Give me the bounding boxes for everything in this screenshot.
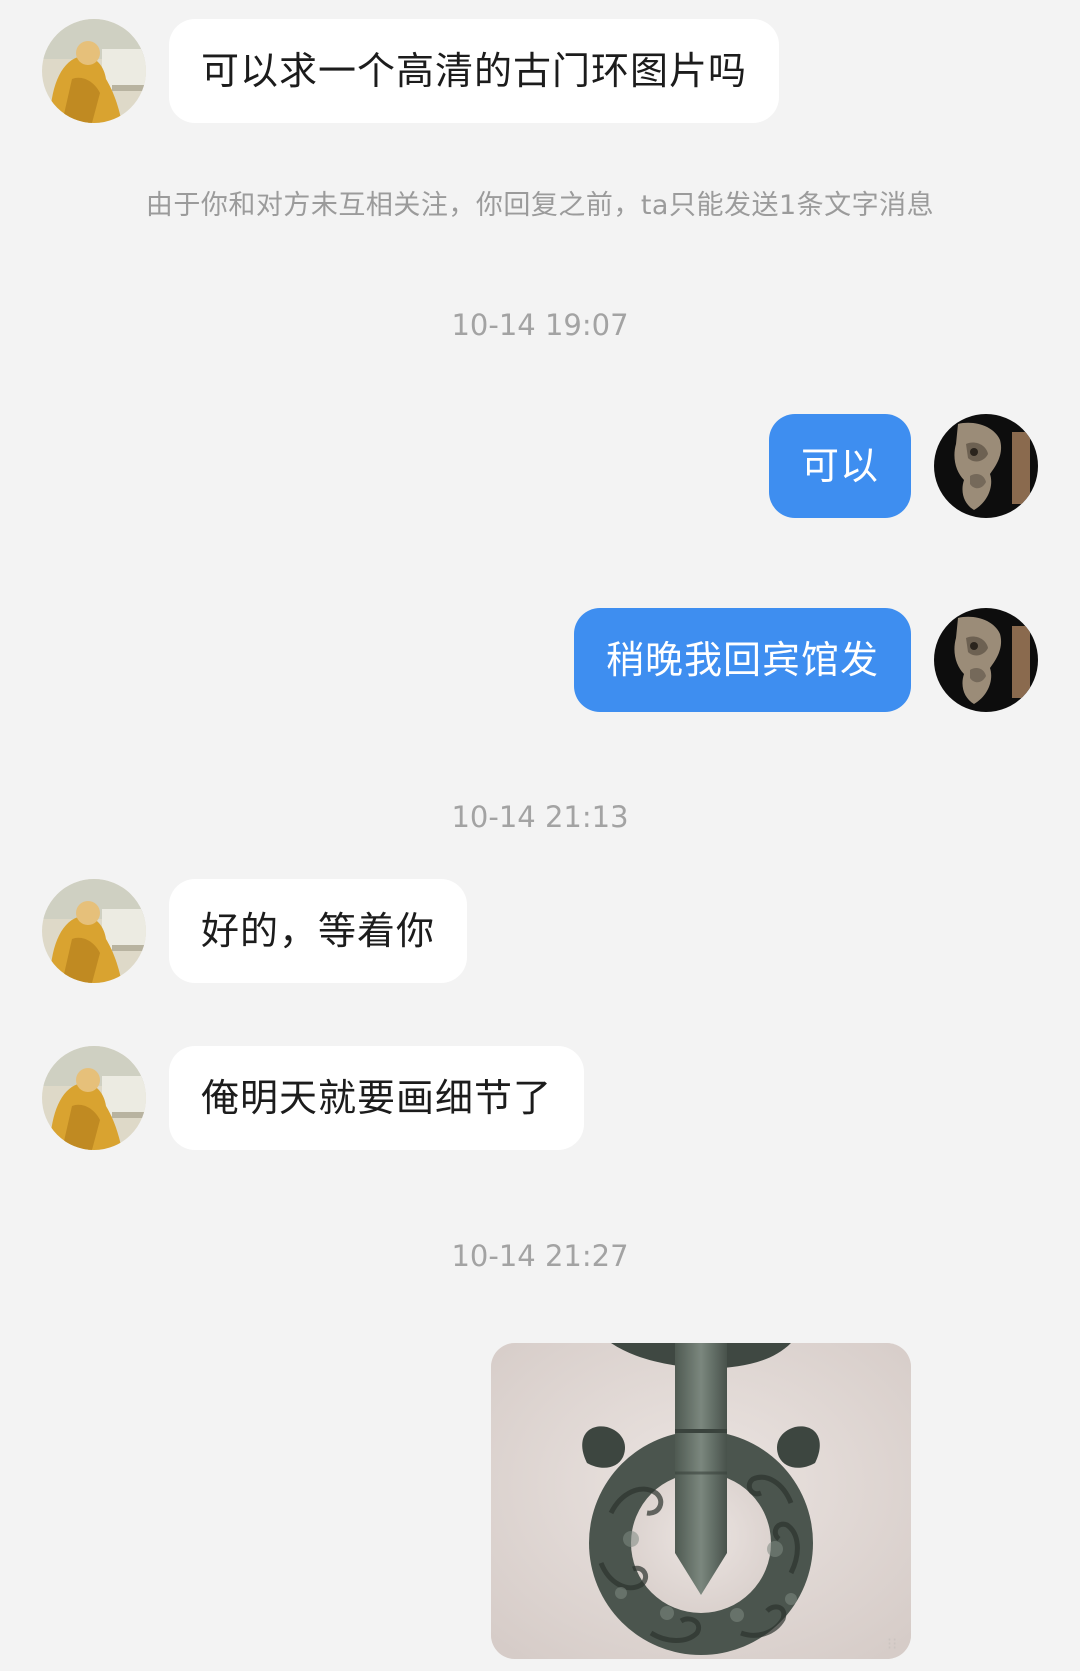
other-user-avatar[interactable]: [42, 1046, 146, 1150]
outgoing-message-bubble[interactable]: 可以: [768, 414, 911, 518]
carved-bracket-avatar-icon: [934, 608, 1038, 712]
timestamp: 10-14 19:07: [451, 308, 629, 342]
follow-restriction-notice: 由于你和对方未互相关注，你回复之前，ta只能发送1条文字消息: [145, 190, 935, 221]
sent-image-message[interactable]: ⁝⁝: [491, 1343, 911, 1659]
self-avatar[interactable]: [934, 608, 1038, 712]
outgoing-message-bubble[interactable]: 稍晚我回宾馆发: [573, 608, 911, 712]
person-avatar-icon: [42, 1046, 146, 1150]
timestamp: 10-14 21:13: [451, 800, 629, 834]
timestamp: 10-14 21:27: [451, 1239, 629, 1273]
svg-text:⁝⁝: ⁝⁝: [887, 1634, 897, 1653]
door-ring-photo: ⁝⁝: [491, 1343, 911, 1659]
chat-thread: 可以求一个高清的古门环图片吗 由于你和对方未互相关注，你回复之前，ta只能发送1…: [0, 0, 1080, 1671]
person-avatar-icon: [42, 19, 146, 123]
incoming-message-bubble[interactable]: 俺明天就要画细节了: [169, 1046, 585, 1150]
other-user-avatar[interactable]: [42, 879, 146, 983]
person-avatar-icon: [42, 879, 146, 983]
self-avatar[interactable]: [934, 414, 1038, 518]
incoming-message-bubble[interactable]: 可以求一个高清的古门环图片吗: [169, 19, 780, 123]
incoming-message-bubble[interactable]: 好的，等着你: [169, 879, 468, 983]
other-user-avatar[interactable]: [42, 19, 146, 123]
carved-bracket-avatar-icon: [934, 414, 1038, 518]
